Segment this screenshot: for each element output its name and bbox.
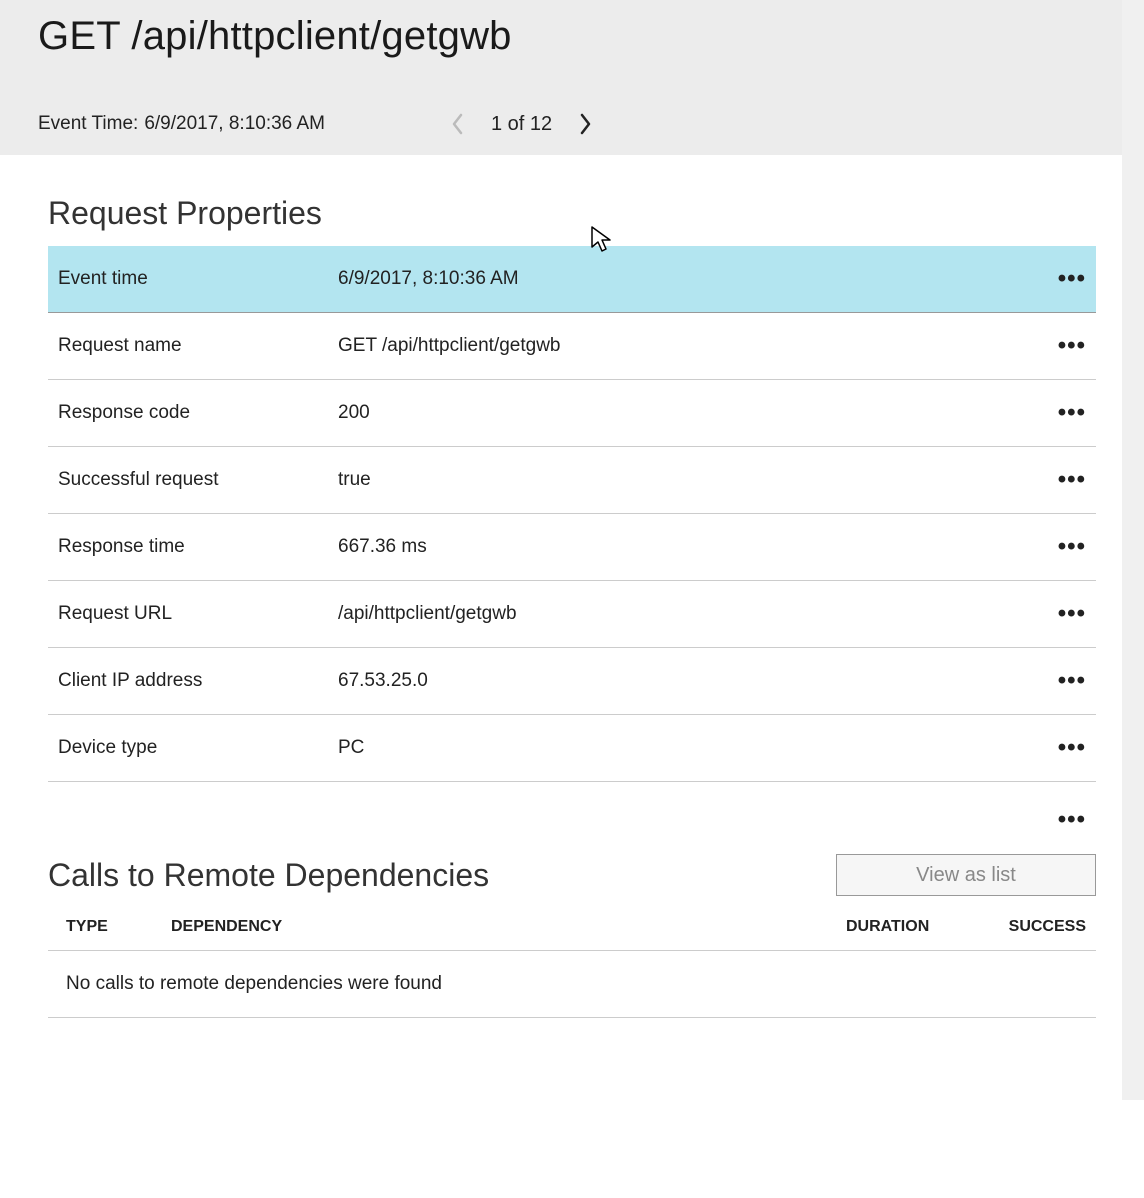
scrollbar-vertical[interactable] [1122, 0, 1144, 1100]
pager: 1 of 12 [445, 111, 598, 137]
property-row[interactable]: Response code200••• [48, 380, 1096, 447]
dependencies-title: Calls to Remote Dependencies [48, 857, 489, 894]
view-as-list-button[interactable]: View as list [836, 854, 1096, 896]
pager-prev-icon[interactable] [445, 111, 471, 137]
page-title: GET /api/httpclient/getgwb [38, 14, 1106, 59]
header-bar: GET /api/httpclient/getgwb Event Time: 6… [0, 0, 1144, 155]
property-value: 6/9/2017, 8:10:36 AM [338, 268, 1046, 290]
more-icon[interactable]: ••• [1046, 533, 1086, 561]
property-row[interactable]: Response time667.36 ms••• [48, 514, 1096, 581]
request-properties-table: Event time6/9/2017, 8:10:36 AM•••Request… [48, 246, 1096, 782]
property-row[interactable]: Request nameGET /api/httpclient/getgwb••… [48, 313, 1096, 380]
col-type: TYPE [66, 918, 171, 936]
property-label: Client IP address [58, 670, 338, 692]
col-dependency: DEPENDENCY [171, 918, 846, 936]
dependencies-columns: TYPE DEPENDENCY DURATION SUCCESS [48, 918, 1096, 951]
property-value: 200 [338, 402, 1046, 424]
property-value: 667.36 ms [338, 536, 1046, 558]
pager-position: 1 of 12 [491, 113, 552, 136]
col-duration: DURATION [846, 918, 996, 936]
property-row[interactable]: Event time6/9/2017, 8:10:36 AM••• [48, 246, 1096, 313]
content: Request Properties Event time6/9/2017, 8… [0, 155, 1144, 1018]
request-properties-title: Request Properties [48, 195, 1096, 232]
property-value: /api/httpclient/getgwb [338, 603, 1046, 625]
more-icon[interactable]: ••• [1046, 667, 1086, 695]
pager-next-icon[interactable] [572, 111, 598, 137]
property-value: 67.53.25.0 [338, 670, 1046, 692]
property-row[interactable]: Request URL/api/httpclient/getgwb••• [48, 581, 1096, 648]
dependencies-header-row: Calls to Remote Dependencies View as lis… [48, 854, 1096, 896]
property-value: PC [338, 737, 1046, 759]
property-label: Device type [58, 737, 338, 759]
property-value: GET /api/httpclient/getgwb [338, 335, 1046, 357]
dependencies-empty-message: No calls to remote dependencies were fou… [48, 951, 1096, 1018]
event-meta-row: Event Time: 6/9/2017, 8:10:36 AM 1 of 12 [38, 111, 1106, 137]
more-icon[interactable]: ••• [1046, 600, 1086, 628]
col-success: SUCCESS [996, 918, 1086, 936]
more-icon[interactable]: ••• [1046, 332, 1086, 360]
property-row[interactable]: Successful requesttrue••• [48, 447, 1096, 514]
property-row[interactable]: Device typePC••• [48, 715, 1096, 782]
more-icon[interactable]: ••• [1046, 265, 1086, 293]
more-icon[interactable]: ••• [1046, 399, 1086, 427]
event-time-label: Event Time: [38, 113, 138, 135]
table-more-row: ••• [48, 782, 1096, 834]
more-icon[interactable]: ••• [1046, 466, 1086, 494]
property-label: Event time [58, 268, 338, 290]
property-label: Response time [58, 536, 338, 558]
property-value: true [338, 469, 1046, 491]
more-icon[interactable]: ••• [1046, 806, 1086, 834]
property-label: Request name [58, 335, 338, 357]
property-label: Successful request [58, 469, 338, 491]
property-row[interactable]: Client IP address67.53.25.0••• [48, 648, 1096, 715]
more-icon[interactable]: ••• [1046, 734, 1086, 762]
property-label: Request URL [58, 603, 338, 625]
event-time-value: 6/9/2017, 8:10:36 AM [144, 113, 325, 135]
property-label: Response code [58, 402, 338, 424]
